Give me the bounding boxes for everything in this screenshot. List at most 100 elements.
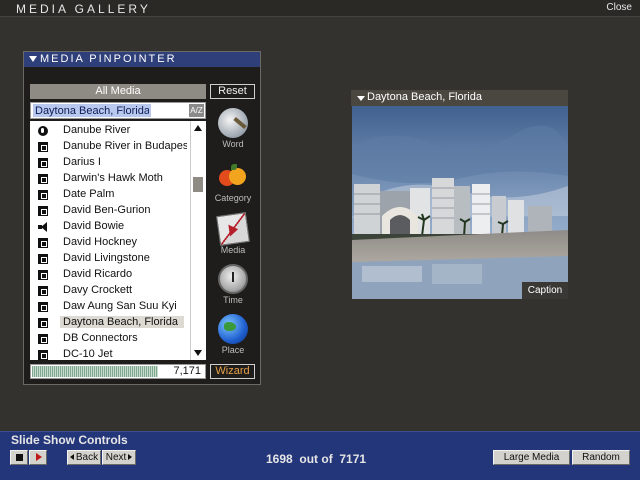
- sort-az-button[interactable]: A/Z: [189, 104, 204, 117]
- list-item-selected[interactable]: Daytona Beach, Florida: [30, 315, 190, 331]
- play-button[interactable]: [29, 450, 47, 465]
- list-item-label: David Livingstone: [63, 252, 150, 264]
- picture-icon: [38, 142, 48, 152]
- list-item[interactable]: Danube River: [30, 123, 190, 139]
- word-search-button[interactable]: Word: [210, 108, 256, 149]
- picture-icon: [38, 302, 48, 312]
- beach-photo-image: [352, 106, 568, 299]
- beach-photo[interactable]: Caption: [352, 106, 568, 299]
- total-slides: 7171: [339, 452, 367, 466]
- scroll-up-arrow-icon[interactable]: [194, 125, 202, 131]
- stop-button[interactable]: [10, 450, 28, 465]
- picture-icon: [38, 350, 48, 360]
- list-item-label: Daytona Beach, Florida: [60, 316, 184, 328]
- fruit-icon: [218, 162, 248, 192]
- pinpointer-title: MEDIA PINPOINTER: [40, 53, 177, 65]
- list-item[interactable]: David Ben-Gurion: [30, 203, 190, 219]
- list-item-label: Date Palm: [63, 188, 115, 200]
- sundial-icon: [218, 264, 248, 294]
- current-slide: 1698: [266, 452, 293, 466]
- list-item[interactable]: David Livingstone: [30, 251, 190, 267]
- list-item[interactable]: David Bowie: [30, 219, 190, 235]
- wizard-button[interactable]: Wizard: [210, 364, 255, 379]
- list-item[interactable]: Darius I: [30, 155, 190, 171]
- slide-show-title: Slide Show Controls: [11, 433, 128, 447]
- list-item-label: Danube River: [63, 124, 131, 136]
- list-item[interactable]: Danube River in Budapest: [30, 139, 190, 155]
- place-button[interactable]: Place: [210, 314, 256, 355]
- globe-icon: [38, 126, 48, 136]
- list-item-label: David Ben-Gurion: [63, 204, 151, 216]
- media-filter-label[interactable]: All Media: [30, 84, 206, 99]
- list-item[interactable]: David Ricardo: [30, 267, 190, 283]
- slide-counter: 1698 out of 7171: [266, 452, 366, 466]
- list-item-label: David Bowie: [63, 220, 125, 232]
- pinpointer-header[interactable]: MEDIA PINPOINTER: [24, 52, 260, 67]
- category-label: Category: [214, 193, 252, 203]
- large-media-button[interactable]: Large Media: [493, 450, 570, 465]
- place-label: Place: [221, 345, 245, 355]
- back-button[interactable]: Back: [67, 450, 101, 465]
- media-list[interactable]: Danube River Danube River in Budapest Da…: [30, 121, 206, 360]
- list-item-label: Davy Crockett: [63, 284, 133, 296]
- category-button[interactable]: Category: [210, 162, 256, 203]
- reset-button[interactable]: Reset: [210, 84, 255, 99]
- time-button[interactable]: Time: [210, 264, 256, 305]
- scroll-thumb[interactable]: [193, 177, 203, 192]
- time-label: Time: [223, 295, 243, 305]
- title-bar: MEDIA GALLERY Close: [0, 0, 640, 17]
- slide-show-bar: Slide Show Controls Back Next 1698 out o…: [0, 431, 640, 480]
- picture-icon: [38, 238, 48, 248]
- list-item[interactable]: Davy Crockett: [30, 283, 190, 299]
- list-item-label: Darius I: [63, 156, 101, 168]
- preview-title: Daytona Beach, Florida: [367, 91, 482, 103]
- right-arrow-icon: [128, 454, 133, 461]
- search-box: A/Z: [30, 102, 206, 119]
- preview-header[interactable]: Daytona Beach, Florida: [351, 90, 568, 106]
- list-item-label: DB Connectors: [63, 332, 138, 344]
- list-item-label: Daw Aung San Suu Kyi: [63, 300, 177, 312]
- random-button[interactable]: Random: [572, 450, 630, 465]
- list-item[interactable]: Darwin's Hawk Moth: [30, 171, 190, 187]
- list-item-label: Darwin's Hawk Moth: [63, 172, 163, 184]
- picture-icon: [38, 286, 48, 296]
- search-input[interactable]: [33, 104, 151, 117]
- speaker-icon: [38, 222, 48, 232]
- next-button[interactable]: Next: [102, 450, 136, 465]
- picture-icon: [38, 270, 48, 280]
- media-type-label: Media: [220, 245, 246, 255]
- out-of-label: out of: [299, 452, 333, 466]
- back-label: Back: [75, 452, 99, 463]
- collapse-triangle-icon[interactable]: [29, 56, 37, 62]
- caption-button[interactable]: Caption: [522, 282, 568, 299]
- results-meter: 7,171: [30, 364, 206, 379]
- list-item-label: David Hockney: [63, 236, 137, 248]
- list-item[interactable]: Date Palm: [30, 187, 190, 203]
- collapse-triangle-icon[interactable]: [357, 96, 365, 101]
- picture-icon: [38, 334, 48, 344]
- picture-icon: [38, 190, 48, 200]
- list-item[interactable]: DC-10 Jet: [30, 347, 190, 360]
- word-search-label: Word: [222, 139, 244, 149]
- left-arrow-icon: [69, 454, 74, 461]
- list-item[interactable]: David Hockney: [30, 235, 190, 251]
- list-item[interactable]: Daw Aung San Suu Kyi: [30, 299, 190, 315]
- next-label: Next: [105, 452, 127, 463]
- picture-icon: [38, 254, 48, 264]
- picture-icon: [38, 174, 48, 184]
- magnifier-icon: [218, 108, 248, 138]
- picture-icon: [38, 158, 48, 168]
- picture-icon: [38, 318, 48, 328]
- list-item-label: DC-10 Jet: [63, 348, 113, 360]
- picture-icon: [38, 206, 48, 216]
- results-count: 7,171: [173, 365, 201, 377]
- close-button[interactable]: Close: [606, 2, 632, 13]
- list-scrollbar[interactable]: [190, 121, 204, 360]
- scroll-down-arrow-icon[interactable]: [194, 350, 202, 356]
- window-title: MEDIA GALLERY: [16, 2, 151, 16]
- list-item[interactable]: DB Connectors: [30, 331, 190, 347]
- media-type-button[interactable]: Media: [210, 212, 256, 255]
- results-meter-fill: [32, 366, 158, 377]
- media-preview: Daytona Beach, Florida Caption: [351, 90, 568, 300]
- list-item-label: Danube River in Budapest: [63, 140, 187, 152]
